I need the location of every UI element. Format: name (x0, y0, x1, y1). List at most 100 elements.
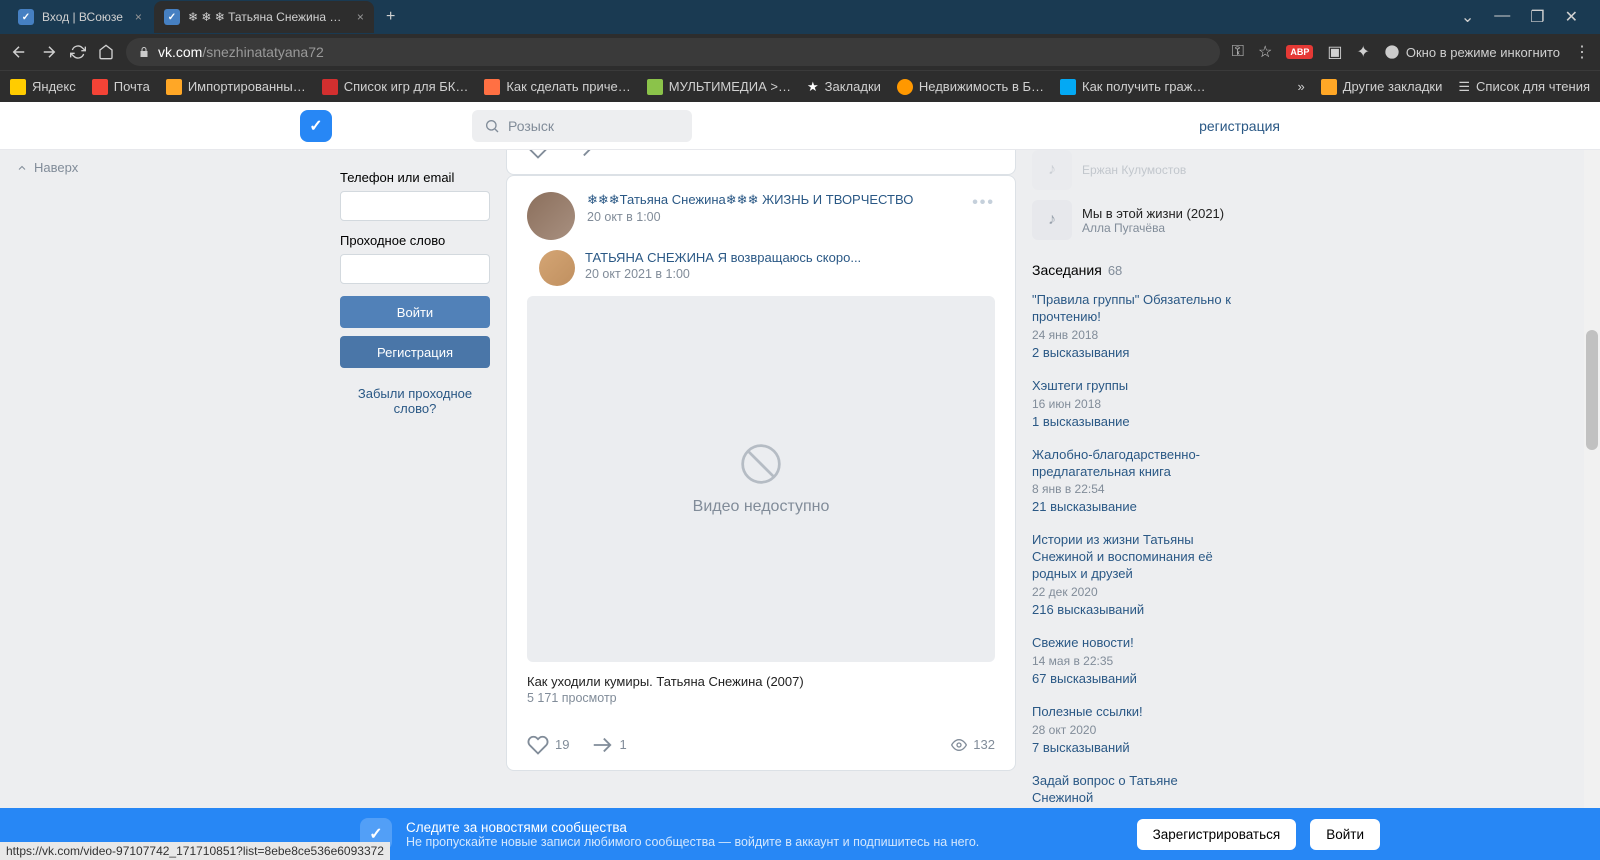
browser-chrome: ✓ Вход | ВСоюзе × ✓ ❄ ❄ ❄ Татьяна Снежин… (0, 0, 1600, 102)
vk-favicon-icon: ✓ (164, 9, 180, 25)
bookmark-item[interactable]: Как сделать приче… (484, 79, 630, 95)
audio-cover-icon: ♪ (1032, 200, 1072, 240)
login-label: Телефон или email (340, 170, 490, 185)
register-button[interactable]: Регистрация (340, 336, 490, 368)
share-button[interactable]: 1 (591, 734, 626, 756)
vk-favicon-icon: ✓ (18, 9, 34, 25)
prev-post-actions (506, 150, 1016, 175)
video-block[interactable]: Видео недоступно (527, 296, 995, 662)
other-bookmarks[interactable]: Другие закладки (1321, 79, 1443, 95)
close-window-icon[interactable]: ✕ (1565, 7, 1578, 27)
menu-icon[interactable]: ⋮ (1574, 42, 1590, 62)
post-actions: 19 1 132 (507, 729, 1015, 770)
vk-logo-icon[interactable]: ✓ (300, 110, 332, 142)
login-input[interactable] (340, 191, 490, 221)
page-content: Наверх Телефон или email Проходное слово… (0, 150, 1600, 808)
search-input[interactable]: Розыск (472, 110, 692, 142)
home-button[interactable] (98, 44, 114, 60)
like-button[interactable]: 19 (527, 734, 569, 756)
back-button[interactable] (10, 43, 28, 61)
abp-icon[interactable]: ABP (1286, 45, 1313, 59)
share-button[interactable] (571, 150, 593, 160)
maximize-icon[interactable]: ❐ (1530, 7, 1544, 27)
bookmark-item[interactable]: Яндекс (10, 79, 76, 95)
discussion-replies[interactable]: 216 высказываний (1032, 602, 1144, 617)
banner-register-button[interactable]: Зарегистрироваться (1137, 819, 1297, 850)
post-card: ❄❄❄Татьяна Снежина❄❄❄ ЖИЗНЬ И ТВОРЧЕСТВО… (506, 175, 1016, 771)
repost-time: 20 окт 2021 в 1:00 (585, 267, 995, 281)
bookmark-item[interactable]: Почта (92, 79, 150, 95)
nav-right: ⚿ ☆ ABP ▣ ✦ Окно в режиме инкогнито ⋮ (1232, 42, 1590, 62)
discussion-link[interactable]: Истории из жизни Татьяны Снежиной и восп… (1032, 532, 1232, 583)
passport-icon (1060, 79, 1076, 95)
arrow-down-icon[interactable]: ⌄ (1461, 7, 1474, 27)
repost-block: ТАТЬЯНА СНЕЖИНА Я возвращаюсь скоро... 2… (527, 250, 995, 286)
scrollbar[interactable] (1584, 150, 1600, 808)
discussion-replies[interactable]: 7 высказываний (1032, 740, 1130, 755)
discussion-link[interactable]: Полезные ссылки! (1032, 704, 1232, 721)
discussion-link[interactable]: Задай вопрос о Татьяне Снежиной (1032, 773, 1232, 807)
bookmark-item[interactable]: МУЛЬТИМЕДИА >… (647, 79, 791, 95)
star-icon: ★ (807, 79, 819, 95)
bookmarks-overflow[interactable]: » (1298, 79, 1305, 95)
discussions-header[interactable]: Заседания 68 (1032, 262, 1232, 278)
password-input[interactable] (340, 254, 490, 284)
audio-cover-icon: ♪ (1032, 150, 1072, 190)
avatar[interactable] (527, 192, 575, 240)
bookmark-item[interactable]: ★Закладки (807, 79, 881, 95)
discussion-date: 8 янв в 22:54 (1032, 482, 1232, 496)
discussion-replies[interactable]: 67 высказываний (1032, 671, 1137, 686)
bookmark-item[interactable]: Недвижимость в Б… (897, 79, 1044, 95)
password-label: Проходное слово (340, 233, 490, 248)
reading-list[interactable]: ☰Список для чтения (1458, 79, 1590, 95)
view-count: 132 (951, 737, 995, 753)
url-bar[interactable]: vk.com/snezhinatatyana72 (126, 38, 1220, 66)
post-author-link[interactable]: ❄❄❄Татьяна Снежина❄❄❄ ЖИЗНЬ И ТВОРЧЕСТВО (587, 192, 913, 208)
discussion-link[interactable]: Жалобно-благодарственно-предлагательная … (1032, 447, 1232, 481)
nav-bar: vk.com/snezhinatatyana72 ⚿ ☆ ABP ▣ ✦ Окн… (0, 34, 1600, 70)
scroll-to-top[interactable]: Наверх (16, 160, 78, 175)
banner-login-button[interactable]: Войти (1310, 819, 1380, 850)
like-button[interactable] (527, 150, 549, 160)
discussion-replies[interactable]: 2 высказывания (1032, 345, 1129, 360)
reload-button[interactable] (70, 44, 86, 60)
discussion-replies[interactable]: 1 высказывание (1032, 414, 1130, 429)
discussion-link[interactable]: Свежие новости! (1032, 635, 1232, 652)
forward-button[interactable] (40, 43, 58, 61)
extension-icon[interactable]: ▣ (1327, 42, 1342, 62)
discussion-link[interactable]: Хэштеги группы (1032, 378, 1232, 395)
puzzle-icon[interactable]: ✦ (1356, 42, 1369, 62)
video-title[interactable]: Как уходили кумиры. Татьяна Снежина (200… (507, 662, 1015, 691)
house-icon (897, 79, 913, 95)
browser-tab[interactable]: ✓ Вход | ВСоюзе × (8, 1, 152, 33)
scrollbar-thumb[interactable] (1586, 330, 1598, 450)
login-button[interactable]: Войти (340, 296, 490, 328)
new-tab-button[interactable]: + (376, 8, 405, 26)
close-icon[interactable]: × (357, 10, 364, 24)
forgot-password-link[interactable]: Забыли проходное слово? (340, 386, 490, 416)
close-icon[interactable]: × (135, 10, 142, 24)
incognito-icon (1384, 44, 1400, 60)
audio-item[interactable]: ♪ Ержан Кулумостов (1032, 150, 1232, 190)
browser-tab-active[interactable]: ✓ ❄ ❄ ❄ Татьяна Снежина ❄ ❄ ❄ × (154, 1, 374, 33)
audio-item[interactable]: ♪ Мы в этой жизни (2021) Алла Пугачёва (1032, 200, 1232, 240)
discussion-item: Полезные ссылки! 28 окт 2020 7 высказывани… (1032, 704, 1232, 757)
discussion-link[interactable]: "Правила группы" Обязательно к прочтению… (1032, 292, 1232, 326)
search-icon (484, 118, 500, 134)
post-menu-icon[interactable]: ••• (972, 194, 995, 212)
key-icon[interactable]: ⚿ (1232, 43, 1244, 61)
login-sidebar: Телефон или email Проходное слово Войти … (340, 150, 490, 808)
bookmark-item[interactable]: Список игр для БК… (322, 79, 469, 95)
register-link[interactable]: регистрация (1199, 118, 1280, 134)
bookmark-item[interactable]: Как получить граж… (1060, 79, 1205, 95)
minimize-icon[interactable]: — (1494, 7, 1510, 27)
star-icon[interactable]: ☆ (1258, 42, 1272, 62)
discussion-date: 28 окт 2020 (1032, 723, 1232, 737)
bookmarks-bar: Яндекс Почта Импортированны… Список игр … (0, 70, 1600, 102)
chevron-up-icon (16, 162, 28, 174)
repost-author-link[interactable]: ТАТЬЯНА СНЕЖИНА Я возвращаюсь скоро... (585, 250, 995, 265)
video-views: 5 171 просмотр (507, 691, 1015, 719)
discussion-replies[interactable]: 21 высказывание (1032, 499, 1137, 514)
avatar[interactable] (539, 250, 575, 286)
bookmark-item[interactable]: Импортированны… (166, 79, 306, 95)
